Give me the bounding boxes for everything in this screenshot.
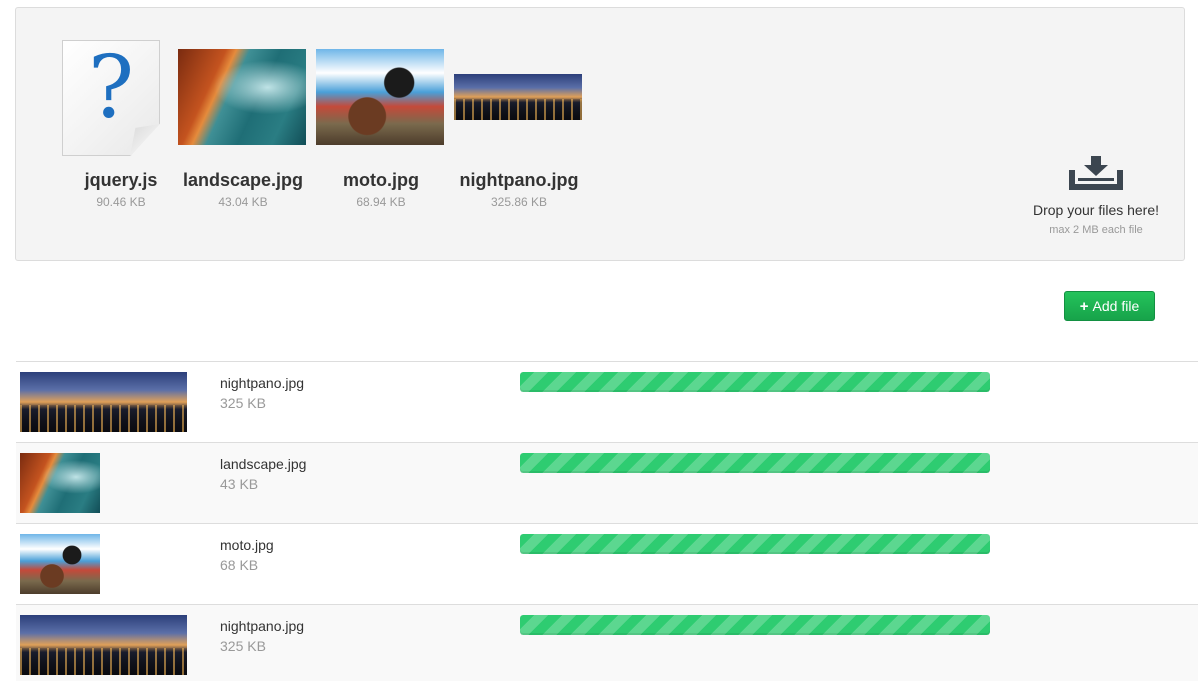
upload-file-size: 68 KB bbox=[220, 557, 259, 573]
dropzone-file-landscape[interactable]: landscape.jpg 43.04 KB bbox=[178, 8, 308, 228]
moto-thumbnail bbox=[316, 49, 444, 145]
progress-bar-fill bbox=[520, 534, 990, 554]
file-size: 325.86 KB bbox=[490, 195, 548, 209]
upload-file-size: 325 KB bbox=[220, 395, 266, 411]
dropzone-file-nightpano[interactable]: nightpano.jpg 325.86 KB bbox=[454, 8, 584, 228]
upload-row: landscape.jpg 43 KB bbox=[16, 442, 1198, 523]
upload-file-name: nightpano.jpg bbox=[220, 618, 305, 634]
file-name: nightpano.jpg bbox=[459, 170, 579, 190]
upload-progress bbox=[520, 534, 990, 554]
upload-list: nightpano.jpg 325 KB landscape.jpg 43 KB… bbox=[16, 361, 1198, 681]
moto-thumbnail bbox=[20, 534, 100, 594]
add-file-label: Add file bbox=[1092, 298, 1140, 314]
question-glyph: ? bbox=[87, 38, 135, 138]
upload-file-name: moto.jpg bbox=[220, 537, 274, 553]
upload-progress bbox=[520, 615, 990, 635]
landscape-thumbnail bbox=[178, 49, 306, 145]
upload-file-name: landscape.jpg bbox=[220, 456, 307, 472]
plus-icon: + bbox=[1079, 298, 1089, 315]
download-tray-icon bbox=[1069, 156, 1123, 190]
upload-file-size: 43 KB bbox=[220, 476, 259, 492]
progress-bar-fill bbox=[520, 372, 990, 392]
upload-progress bbox=[520, 372, 990, 392]
progress-bar-fill bbox=[520, 615, 990, 635]
drop-title: Drop your files here! bbox=[1032, 202, 1160, 218]
progress-bar-fill bbox=[520, 453, 990, 473]
drop-limit: max 2 MB each file bbox=[1049, 224, 1143, 236]
upload-file-name: nightpano.jpg bbox=[220, 375, 305, 391]
upload-row: moto.jpg 68 KB bbox=[16, 523, 1198, 604]
dropzone-file-jquery[interactable]: ? jquery.js 90.46 KB bbox=[56, 8, 186, 228]
upload-row: nightpano.jpg 325 KB bbox=[16, 604, 1198, 681]
file-size: 68.94 KB bbox=[356, 195, 406, 209]
nightpano-thumbnail bbox=[20, 372, 187, 432]
upload-file-size: 325 KB bbox=[220, 638, 266, 654]
file-dropzone[interactable]: ? jquery.js 90.46 KB landscape.jpg 43.04… bbox=[15, 7, 1185, 261]
landscape-thumbnail bbox=[20, 453, 100, 513]
file-size: 90.46 KB bbox=[96, 195, 146, 209]
upload-progress bbox=[520, 453, 990, 473]
add-file-button[interactable]: + Add file bbox=[1064, 291, 1155, 321]
upload-row: nightpano.jpg 325 KB bbox=[16, 361, 1198, 442]
nightpano-thumbnail bbox=[20, 615, 187, 675]
dropzone-file-moto[interactable]: moto.jpg 68.94 KB bbox=[316, 8, 446, 228]
file-size: 43.04 KB bbox=[218, 195, 268, 209]
nightpano-thumbnail bbox=[454, 74, 582, 120]
file-preview: ? bbox=[56, 40, 186, 170]
